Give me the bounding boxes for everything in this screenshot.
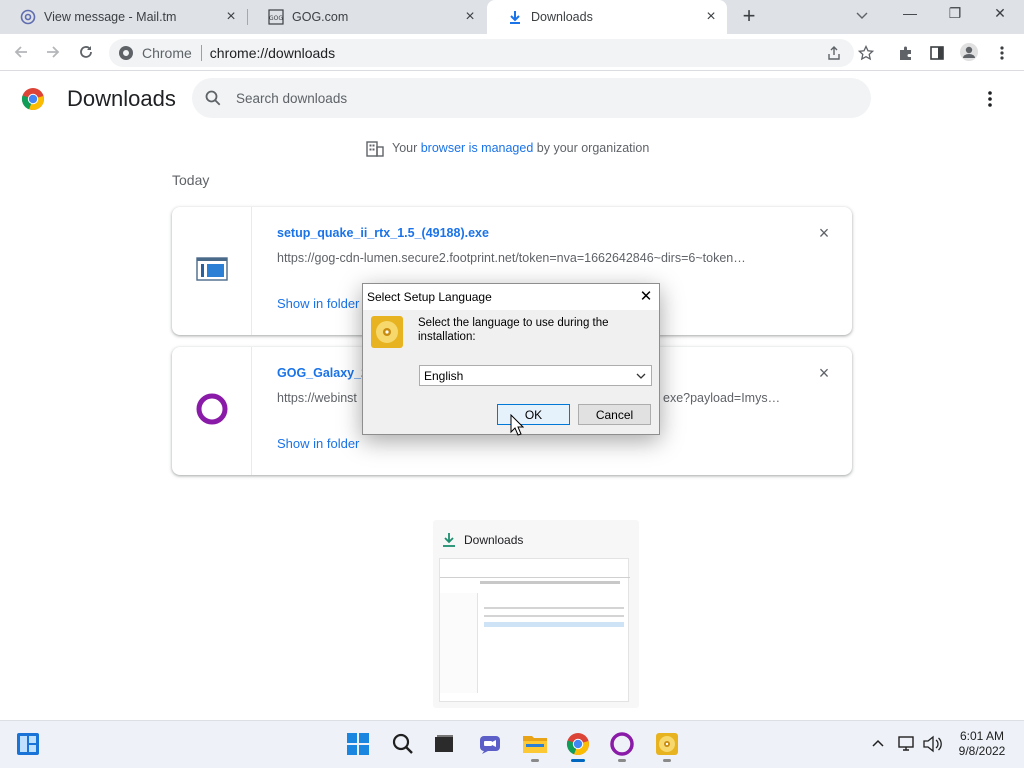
building-icon [366,141,384,157]
preview-divider [440,577,630,578]
setup-language-dialog: Select Setup Language ✕ Select the langu… [362,283,660,435]
running-indicator [663,759,671,762]
gog-galaxy-icon [195,392,229,431]
omnibox-divider [200,45,202,61]
active-indicator [571,759,585,762]
more-actions-icon[interactable] [987,90,993,108]
new-tab-button[interactable]: + [738,5,760,28]
back-arrow-icon[interactable] [10,41,32,63]
preview-address-bar [480,581,620,584]
widgets-icon[interactable] [16,732,40,756]
section-date-label: Today [172,172,210,188]
show-in-folder-link[interactable]: Show in folder [277,296,359,311]
tab-mail[interactable]: View message - Mail.tm × [0,0,247,34]
start-button[interactable] [341,726,375,762]
tab-title: Downloads [531,10,593,24]
clock-time: 6:01 AM [959,729,1005,743]
preview-row [484,607,624,609]
network-icon[interactable] [897,735,917,753]
downloads-folder-preview[interactable]: Downloads [433,520,639,708]
clock[interactable]: 6:01 AM 9/8/2022 [950,729,1014,759]
restore-button[interactable]: ❐ [945,5,965,25]
extensions-puzzle-icon[interactable] [895,42,917,64]
language-select[interactable]: English [419,365,652,386]
chevron-down-icon [635,370,647,382]
download-arrow-icon [442,532,456,548]
close-tab-icon[interactable]: × [223,9,239,25]
clock-date: 9/8/2022 [958,744,1006,758]
setup-taskbar-icon[interactable] [650,726,684,762]
dialog-title: Select Setup Language [367,290,492,304]
chrome-logo-icon [21,87,45,111]
chat-icon[interactable] [473,726,507,762]
download-filename-link[interactable]: GOG_Galaxy_2 [277,366,368,380]
search-placeholder: Search downloads [236,90,348,106]
preview-nav-pane [440,593,478,693]
installer-icon [195,256,228,286]
language-selected-value: English [424,368,464,383]
managed-suffix: by your organization [533,141,650,155]
gog-galaxy-taskbar-icon[interactable] [605,726,639,762]
preview-label: Downloads [464,533,524,547]
cancel-button[interactable]: Cancel [578,404,651,425]
ok-button[interactable]: OK [497,404,570,425]
preview-selected-row [484,622,624,627]
download-url-tail: exe?payload=Imys… [663,391,781,405]
tab-downloads[interactable]: Downloads × [487,0,727,34]
browser-menu-icon[interactable] [991,42,1013,64]
file-explorer-icon[interactable] [518,726,552,762]
managed-notice: Your browser is managed by your organiza… [392,141,649,155]
file-icon-column [172,207,252,335]
svg-text:GOG: GOG [269,15,283,22]
url-text: chrome://downloads [209,45,336,61]
minimize-button[interactable]: — [900,5,920,25]
dialog-prompt: Select the language to use during the in… [418,317,609,343]
dialog-titlebar: Select Setup Language [363,284,659,310]
volume-icon[interactable] [922,735,942,753]
preview-row [484,615,624,617]
close-tab-icon[interactable]: × [703,9,719,25]
chevron-up-icon[interactable] [871,736,887,752]
chrome-taskbar-icon[interactable] [561,726,595,762]
dialog-close-button[interactable]: ✕ [637,288,655,306]
download-icon [507,9,523,25]
mouse-cursor-icon [510,413,525,436]
at-sign-icon [20,9,36,25]
tab-search-chevron-icon[interactable] [854,7,872,25]
profile-avatar-icon[interactable] [958,41,980,63]
forward-arrow-icon[interactable] [42,41,64,63]
side-panel-icon[interactable] [926,42,948,64]
download-url: https://webinst [277,391,357,405]
tab-gog[interactable]: GOG GOG.com × [248,0,486,34]
remove-download-icon[interactable]: × [816,224,832,242]
site-label: Chrome [142,45,192,61]
remove-download-icon[interactable]: × [816,364,832,382]
page-title: Downloads [67,86,176,111]
search-taskbar-icon[interactable] [386,726,420,762]
file-icon-column [172,347,252,475]
search-downloads-field[interactable]: Search downloads [192,78,871,118]
download-url: https://gog-cdn-lumen.secure2.footprint.… [277,251,746,265]
tab-title: GOG.com [292,10,349,24]
download-filename-link[interactable]: setup_quake_ii_rtx_1.5_(49188).exe [277,226,489,240]
show-in-folder-link[interactable]: Show in folder [277,436,359,451]
managed-link[interactable]: browser is managed [421,141,534,155]
tab-title: View message - Mail.tm [44,10,177,24]
search-icon [204,89,222,107]
bookmark-star-icon[interactable] [855,42,877,64]
task-view-icon[interactable] [427,726,461,762]
reload-icon[interactable] [75,41,97,63]
managed-prefix: Your [392,141,421,155]
close-tab-icon[interactable]: × [462,9,478,25]
running-indicator [618,759,626,762]
share-icon[interactable] [823,42,845,64]
setup-disc-icon [371,316,403,348]
close-window-button[interactable]: ✕ [990,5,1010,25]
running-indicator [531,759,539,762]
address-bar[interactable]: Chrome chrome://downloads [109,39,854,67]
chrome-icon [118,45,134,61]
gog-icon: GOG [268,9,284,25]
explorer-window-preview [439,558,630,702]
